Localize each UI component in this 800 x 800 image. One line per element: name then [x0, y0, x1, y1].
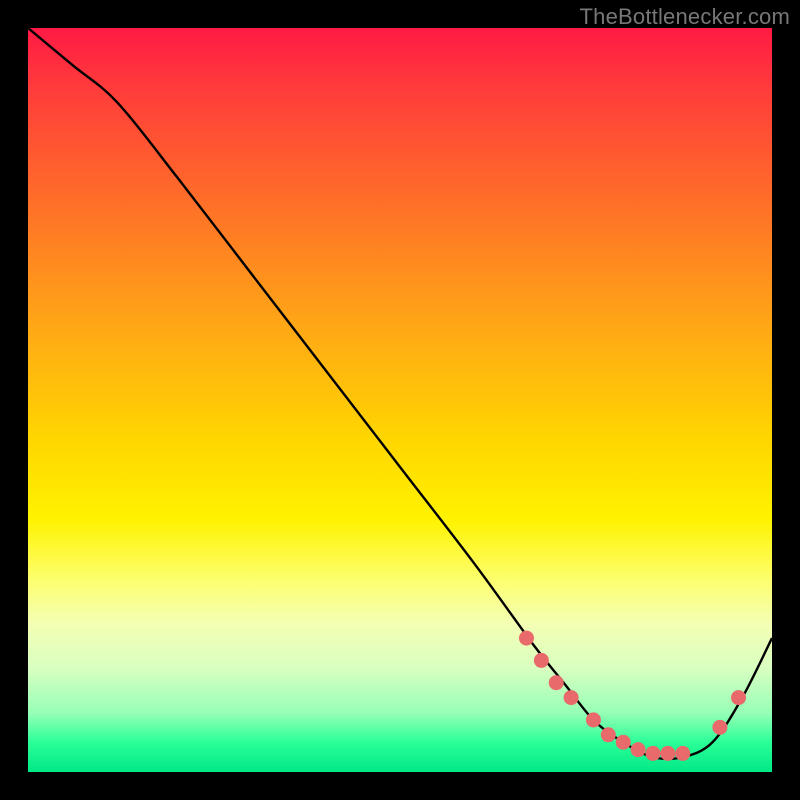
marker-dot: [549, 675, 564, 690]
marker-dot: [712, 720, 727, 735]
curve-svg: [28, 28, 772, 772]
marker-dot: [645, 746, 660, 761]
marker-dot: [631, 742, 646, 757]
marker-dot: [601, 727, 616, 742]
marker-dot: [586, 712, 601, 727]
bottleneck-curve-path: [28, 28, 772, 759]
marker-dot: [564, 690, 579, 705]
chart-frame: TheBottlenecker.com: [0, 0, 800, 800]
marker-dot: [616, 735, 631, 750]
marker-dot: [534, 653, 549, 668]
marker-dot: [675, 746, 690, 761]
marker-dot: [660, 746, 675, 761]
watermark-text: TheBottlenecker.com: [580, 4, 790, 30]
marker-dot: [731, 690, 746, 705]
marker-dot: [519, 631, 534, 646]
plot-area: [28, 28, 772, 772]
